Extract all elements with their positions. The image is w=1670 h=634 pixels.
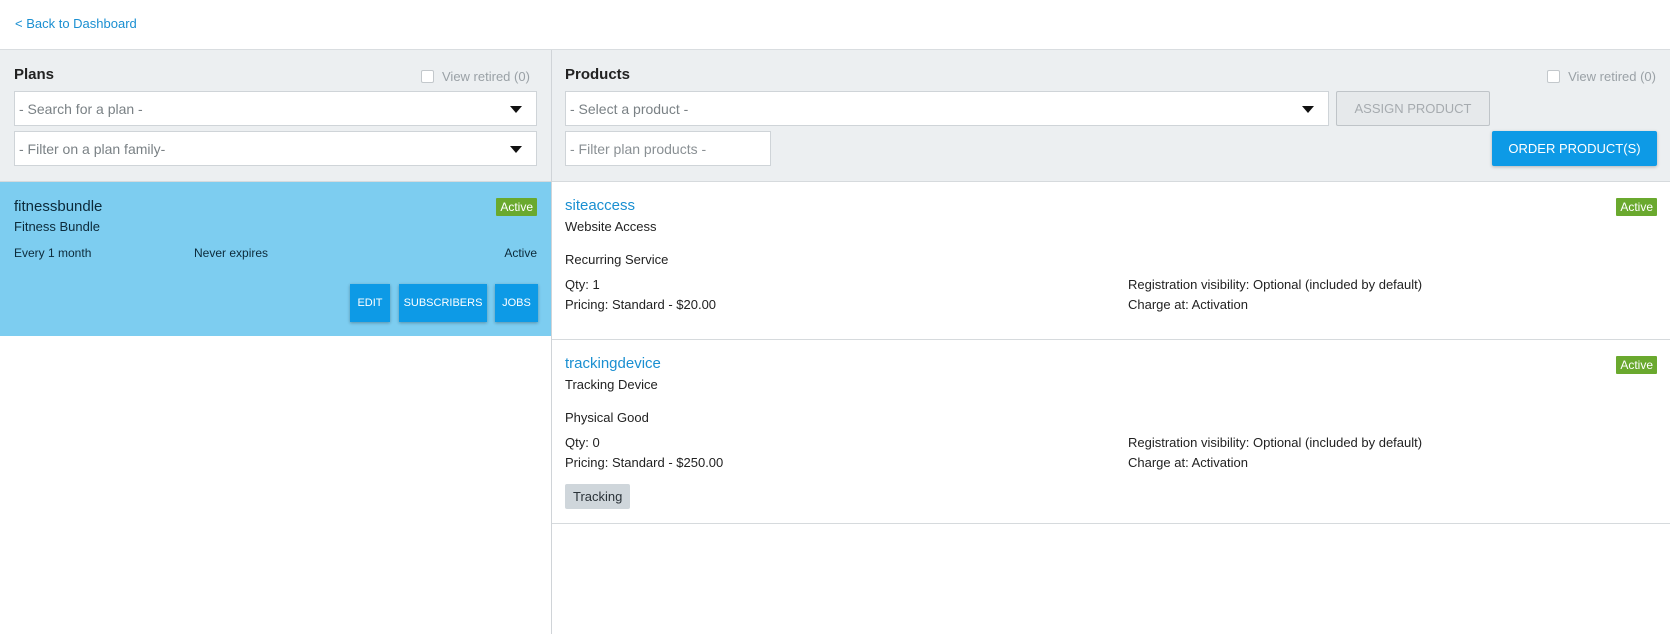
- products-view-retired[interactable]: View retired (0): [1547, 69, 1656, 84]
- plan-search-select[interactable]: - Search for a plan -: [14, 91, 537, 126]
- product-name: Tracking Device: [565, 377, 658, 392]
- product-code-link[interactable]: trackingdevice: [565, 355, 661, 372]
- product-charge: Charge at: Activation: [1128, 297, 1248, 312]
- plan-card-selected[interactable]: fitnessbundle Fitness Bundle Active Ever…: [0, 182, 551, 336]
- plans-title: Plans: [14, 66, 55, 83]
- product-select-placeholder: - Select a product -: [570, 100, 689, 117]
- product-qty: Qty: 0: [565, 435, 600, 450]
- plan-search-placeholder: - Search for a plan -: [19, 100, 143, 117]
- subscribers-button[interactable]: SUBSCRIBERS: [399, 284, 487, 322]
- chevron-down-icon: [510, 106, 522, 113]
- products-header: Products View retired (0) - Select a pro…: [552, 50, 1670, 182]
- order-products-button[interactable]: ORDER PRODUCT(S): [1492, 131, 1657, 166]
- product-charge: Charge at: Activation: [1128, 455, 1248, 470]
- edit-button[interactable]: EDIT: [350, 284, 390, 322]
- chevron-down-icon: [1302, 106, 1314, 113]
- products-view-retired-label: View retired (0): [1568, 69, 1656, 84]
- plan-status-badge: Active: [496, 198, 537, 216]
- plan-family-select[interactable]: - Filter on a plan family-: [14, 131, 537, 166]
- back-to-dashboard-link[interactable]: < Back to Dashboard: [15, 16, 137, 31]
- product-type: Physical Good: [565, 410, 649, 425]
- plan-status-text: Active: [504, 246, 537, 260]
- product-status-badge: Active: [1616, 198, 1657, 216]
- product-code-link[interactable]: siteaccess: [565, 197, 635, 214]
- plans-header: Plans View retired (0) - Search for a pl…: [0, 50, 551, 182]
- product-visibility: Registration visibility: Optional (inclu…: [1128, 435, 1423, 450]
- plan-period: Every 1 month: [14, 246, 92, 260]
- product-pricing: Pricing: Standard - $20.00: [565, 297, 717, 312]
- product-tag[interactable]: Tracking: [565, 484, 631, 509]
- product-status-badge: Active: [1616, 356, 1657, 374]
- chevron-down-icon: [510, 146, 522, 153]
- product-select[interactable]: - Select a product -: [565, 91, 1329, 126]
- product-item: siteaccess Website Access Active Recurri…: [552, 182, 1670, 340]
- plan-code: fitnessbundle: [14, 198, 103, 215]
- products-panel: Products View retired (0) - Select a pro…: [552, 50, 1670, 634]
- product-type: Recurring Service: [565, 252, 669, 267]
- plan-expiry: Never expires: [194, 246, 269, 260]
- product-item: trackingdevice Tracking Device Active Ph…: [552, 340, 1670, 524]
- plans-panel: Plans View retired (0) - Search for a pl…: [0, 50, 552, 634]
- jobs-button[interactable]: JOBS: [495, 284, 538, 322]
- product-qty: Qty: 1: [565, 277, 600, 292]
- plans-view-retired-label: View retired (0): [442, 69, 530, 84]
- plan-name: Fitness Bundle: [14, 219, 100, 234]
- plans-view-retired[interactable]: View retired (0): [421, 69, 530, 84]
- product-visibility: Registration visibility: Optional (inclu…: [1128, 277, 1423, 292]
- plan-family-placeholder: - Filter on a plan family-: [19, 140, 166, 157]
- top-bar: < Back to Dashboard: [0, 0, 1670, 50]
- plans-view-retired-checkbox[interactable]: [421, 70, 434, 83]
- assign-product-button[interactable]: ASSIGN PRODUCT: [1336, 91, 1490, 126]
- filter-plan-products-input[interactable]: [565, 131, 771, 166]
- products-view-retired-checkbox[interactable]: [1547, 70, 1561, 83]
- product-pricing: Pricing: Standard - $250.00: [565, 455, 724, 470]
- products-title: Products: [565, 66, 631, 83]
- product-name: Website Access: [565, 219, 657, 234]
